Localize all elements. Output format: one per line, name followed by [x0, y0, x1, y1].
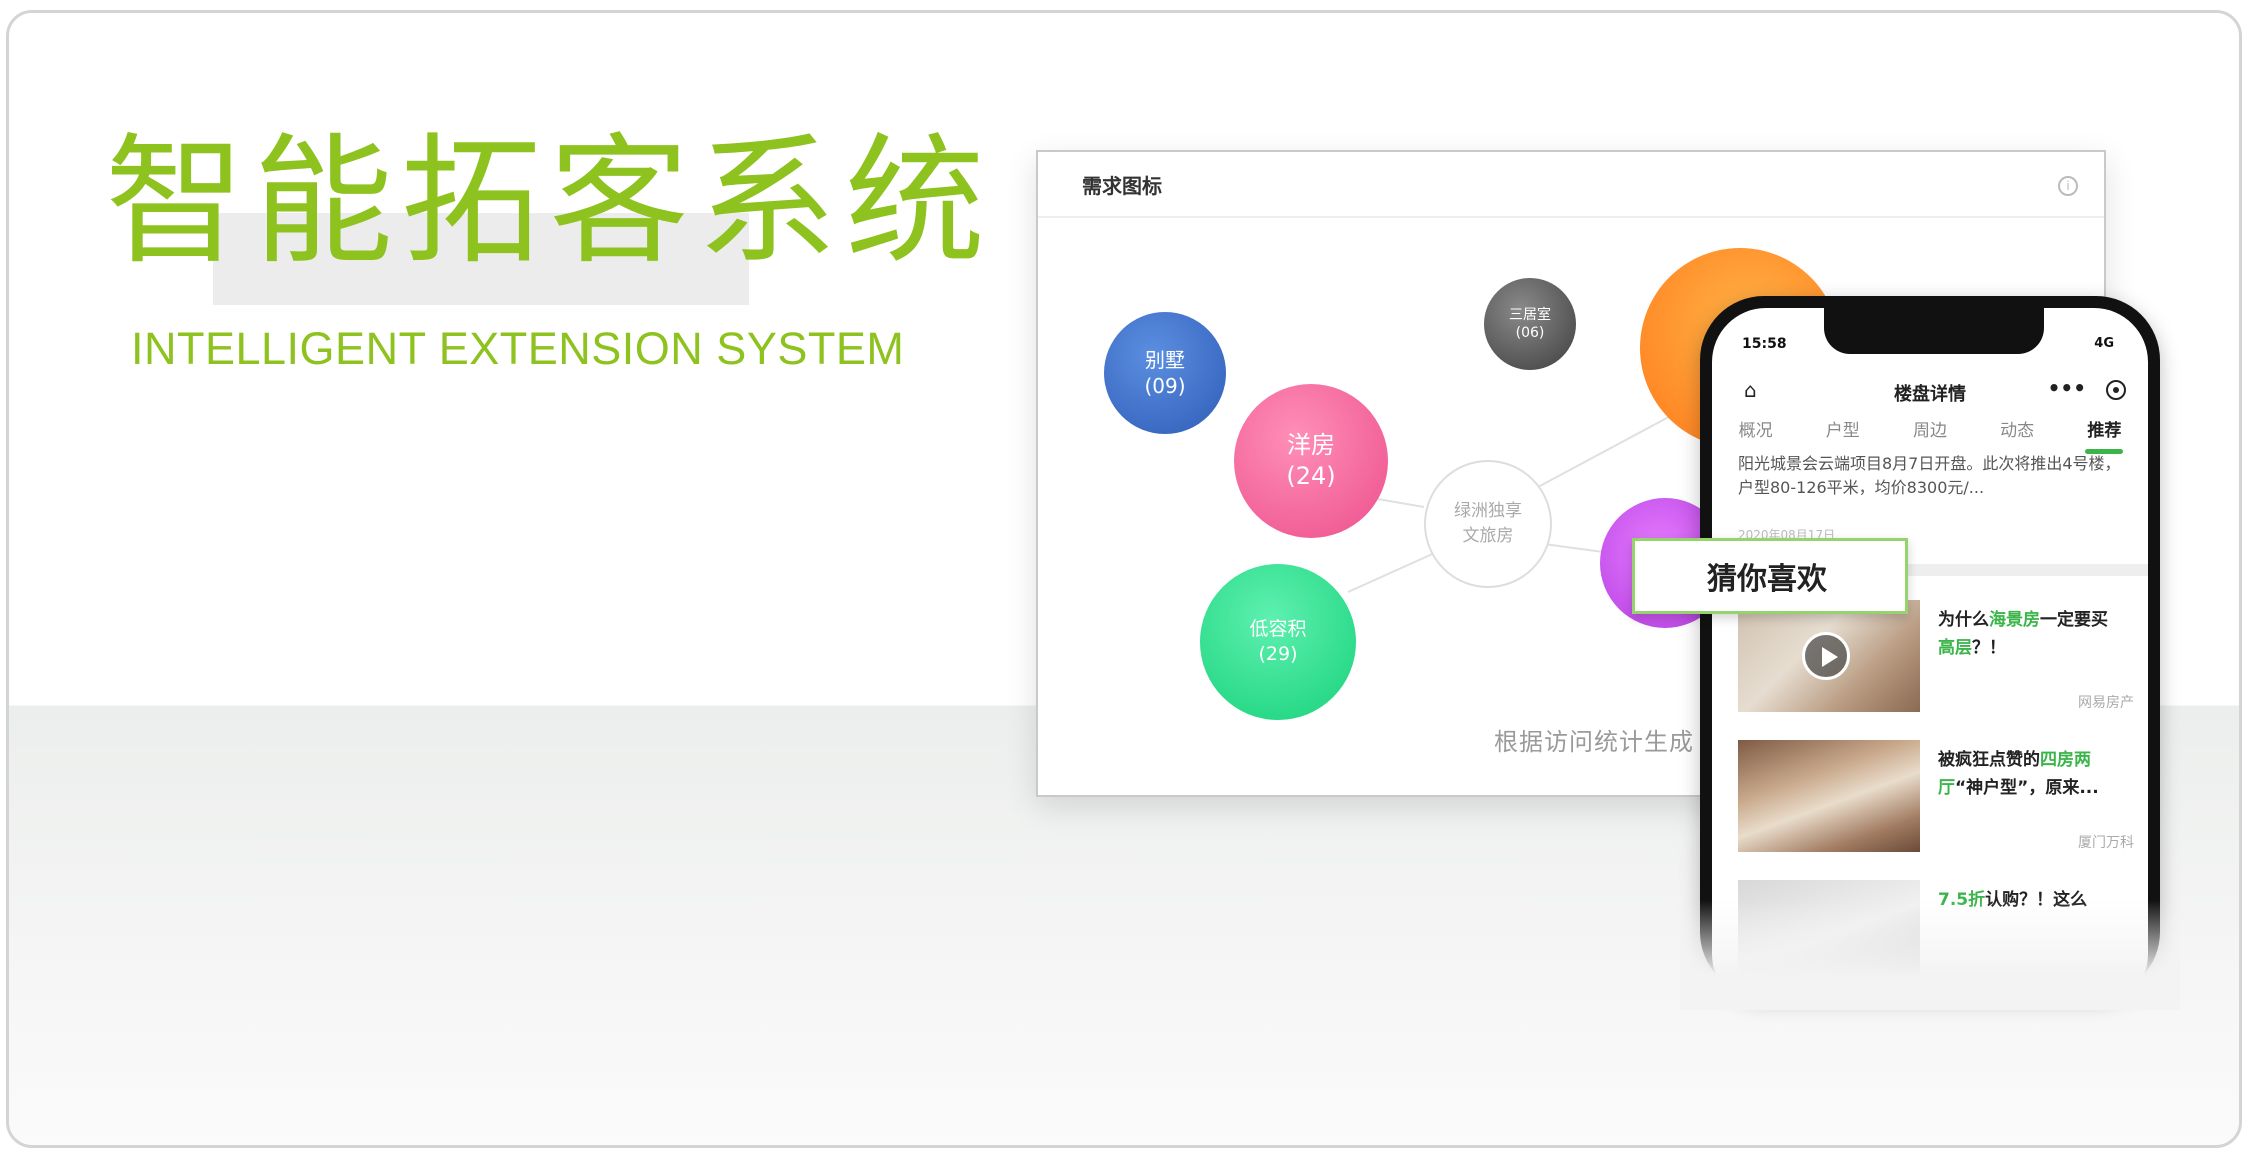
tab-overview[interactable]: 概况 [1733, 416, 1779, 450]
phone-notch [1824, 308, 2044, 354]
bubble-label: 洋房 [1287, 430, 1335, 459]
bubble-label: 低容积 [1249, 618, 1307, 641]
center-node[interactable]: 绿洲独享 文旅房 [1424, 460, 1552, 588]
feed-thumbnail [1738, 740, 1920, 852]
feed-source: 厦门万科 [2078, 835, 2134, 851]
more-icon[interactable]: ••• [2048, 376, 2086, 400]
tab-recommend[interactable]: 推荐 [2081, 416, 2127, 454]
center-node-line1: 绿洲独享 [1454, 500, 1522, 521]
nav-bar: ⌂ 楼盘详情 ••• [1712, 368, 2148, 412]
news-snippet: 阳光城景会云端项目8月7日开盘。此次将推出4号楼，户型80-126平米，均价83… [1738, 454, 2121, 497]
bubble-three-bedroom[interactable]: 三居室 (06) [1484, 278, 1576, 370]
bubble-label: 别墅 [1145, 348, 1185, 372]
panel-caption: 根据访问统计生成 [1494, 728, 1694, 756]
bubble-count: (09) [1144, 374, 1186, 398]
center-node-line2: 文旅房 [1462, 526, 1514, 546]
bubble-count: (29) [1258, 643, 1298, 665]
phone-mockup: 15:58 4G ⌂ 楼盘详情 ••• 概况 户型 周边 动态 推荐 阳光城景会… [1700, 296, 2160, 1008]
feed-item[interactable]: 为什么海景房一定要买高层？！ 网易房产 [1738, 600, 2134, 718]
tab-bar: 概况 户型 周边 动态 推荐 [1712, 416, 2148, 454]
bubble-label: 三居室 [1509, 306, 1551, 323]
target-icon[interactable] [2106, 380, 2126, 400]
bubble-villa[interactable]: 别墅 (09) [1104, 312, 1226, 434]
bubble-western-house[interactable]: 洋房 (24) [1234, 384, 1388, 538]
hero-title: 智能拓客系统 [105, 121, 994, 284]
feed-title: 为什么海景房一定要买高层？！ [1938, 610, 2108, 658]
feed-title: 被疯狂点赞的四房两厅“神户型”，原来... [1938, 750, 2099, 798]
status-signal: 4G [2094, 336, 2114, 351]
hero-subtitle: INTELLIGENT EXTENSION SYSTEM [131, 323, 905, 374]
feed-thumbnail [1738, 600, 1920, 712]
phone-fade-overlay [1680, 900, 2180, 1010]
tab-floorplan[interactable]: 户型 [1820, 416, 1866, 450]
tab-news[interactable]: 动态 [1994, 416, 2040, 450]
bubble-low-density[interactable]: 低容积 (29) [1200, 564, 1356, 720]
status-time: 15:58 [1742, 336, 1787, 352]
tab-nearby[interactable]: 周边 [1907, 416, 1953, 450]
guess-you-like-label: 猜你喜欢 [1632, 538, 1908, 614]
bubble-count: (24) [1286, 462, 1336, 490]
feed-source: 网易房产 [2078, 695, 2134, 711]
bubble-count: (06) [1515, 325, 1545, 341]
feed-item[interactable]: 被疯狂点赞的四房两厅“神户型”，原来... 厦门万科 [1738, 740, 2134, 858]
play-icon[interactable] [1802, 632, 1850, 680]
